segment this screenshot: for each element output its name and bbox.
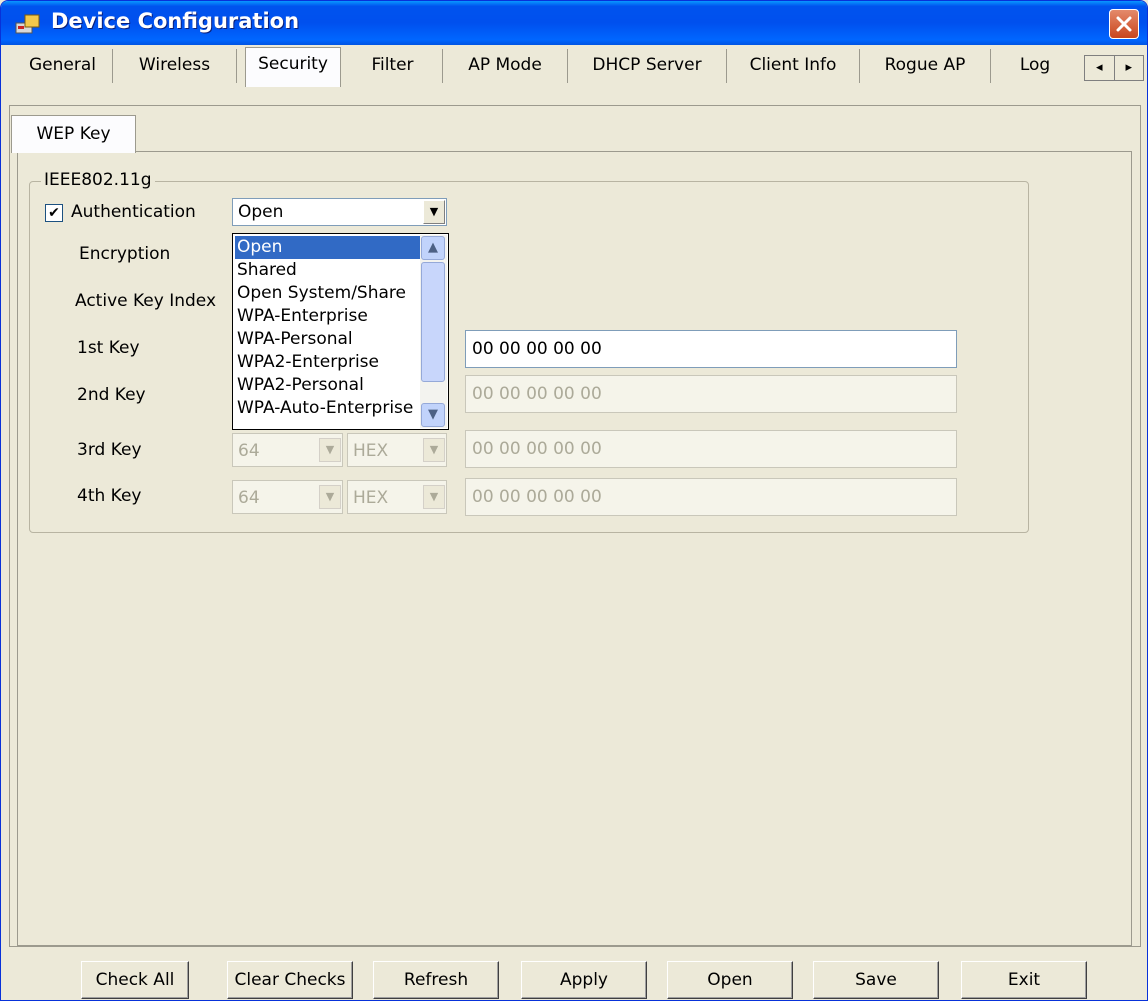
key3-label: 3rd Key [77, 440, 142, 460]
tab-security[interactable]: Security [245, 47, 341, 87]
exit-button[interactable]: Exit [961, 961, 1087, 999]
refresh-button[interactable]: Refresh [373, 961, 499, 999]
dropdown-option[interactable]: Shared [235, 259, 420, 282]
key4-length-select[interactable]: 64 ▼ [232, 480, 343, 514]
group-legend: IEEE802.11g [41, 170, 155, 190]
title-bar[interactable]: Device Configuration [1, 1, 1147, 45]
tab-scroll-buttons: ◂ ▸ [1084, 55, 1144, 81]
key4-format-value: HEX [353, 488, 389, 508]
dropdown-option[interactable]: WPA2-Personal [235, 374, 420, 397]
bottom-button-bar: Check All Clear Checks Refresh Apply Ope… [1, 947, 1147, 1000]
key3-length-select[interactable]: 64 ▼ [232, 433, 343, 467]
dropdown-option[interactable]: WPA-Personal [235, 328, 420, 351]
save-button[interactable]: Save [813, 961, 939, 999]
check-all-button[interactable]: Check All [81, 961, 189, 999]
key4-length-value: 64 [238, 488, 260, 508]
tab-wep-key[interactable]: WEP Key [11, 115, 136, 153]
tab-rogue-ap[interactable]: Rogue AP [860, 49, 991, 83]
tab-log[interactable]: Log [991, 49, 1079, 83]
key4-input[interactable]: 00 00 00 00 00 [465, 478, 957, 516]
scrollbar-thumb[interactable] [421, 262, 445, 382]
dropdown-option[interactable]: Open System/Share [235, 282, 420, 305]
open-button[interactable]: Open [667, 961, 793, 999]
key4-label: 4th Key [77, 486, 142, 506]
close-button[interactable] [1109, 9, 1139, 39]
key3-input[interactable]: 00 00 00 00 00 [465, 430, 957, 468]
key3-length-value: 64 [238, 441, 260, 461]
chevron-down-icon[interactable]: ▼ [423, 438, 445, 462]
tab-client-info[interactable]: Client Info [727, 49, 860, 83]
key1-label: 1st Key [77, 338, 140, 358]
key3-format-select[interactable]: HEX ▼ [347, 433, 447, 467]
dropdown-option[interactable]: Open [235, 236, 420, 259]
apply-button[interactable]: Apply [521, 961, 647, 999]
scroll-right-icon[interactable]: ▸ [1115, 56, 1144, 80]
authentication-value: Open [238, 202, 284, 222]
authentication-select[interactable]: Open ▼ [232, 198, 447, 226]
scroll-left-icon[interactable]: ◂ [1085, 56, 1115, 80]
scroll-down-icon[interactable]: ▼ [421, 403, 445, 427]
dropdown-option[interactable]: WPA-Enterprise [235, 305, 420, 328]
network-device-icon [15, 14, 40, 34]
authentication-dropdown-list[interactable]: Open Shared Open System/Share WPA-Enterp… [232, 233, 449, 430]
encryption-label: Encryption [79, 244, 171, 264]
chevron-down-icon[interactable]: ▼ [423, 485, 445, 509]
main-tab-strip: General Wireless Security Filter AP Mode… [1, 45, 1147, 105]
key4-format-select[interactable]: HEX ▼ [347, 480, 447, 514]
dropdown-scrollbar[interactable]: ▲ ▼ [420, 235, 447, 428]
chevron-down-icon[interactable]: ▼ [319, 485, 341, 509]
clear-checks-button[interactable]: Clear Checks [227, 961, 353, 999]
chevron-down-icon[interactable]: ▼ [319, 438, 341, 462]
tab-ap-mode[interactable]: AP Mode [443, 49, 568, 83]
window-title: Device Configuration [51, 9, 300, 33]
tab-filter[interactable]: Filter [343, 49, 443, 83]
key1-input[interactable]: 00 00 00 00 00 [465, 330, 957, 368]
authentication-checkbox[interactable]: ✔ [45, 204, 63, 222]
tab-general[interactable]: General [13, 49, 113, 83]
tab-dhcp-server[interactable]: DHCP Server [568, 49, 727, 83]
key2-input[interactable]: 00 00 00 00 00 [465, 375, 957, 413]
chevron-down-icon[interactable]: ▼ [423, 200, 445, 224]
active-key-index-label: Active Key Index [75, 291, 217, 311]
dropdown-option[interactable]: WPA-Auto-Enterprise [235, 397, 420, 420]
dropdown-option[interactable]: WPA2-Enterprise [235, 351, 420, 374]
key2-label: 2nd Key [77, 385, 146, 405]
authentication-label: Authentication [71, 202, 196, 222]
close-icon [1116, 16, 1132, 32]
device-configuration-window: Device Configuration General Wireless Se… [0, 0, 1148, 1001]
key3-format-value: HEX [353, 441, 389, 461]
tab-wireless[interactable]: Wireless [113, 49, 237, 83]
scroll-up-icon[interactable]: ▲ [421, 236, 445, 260]
